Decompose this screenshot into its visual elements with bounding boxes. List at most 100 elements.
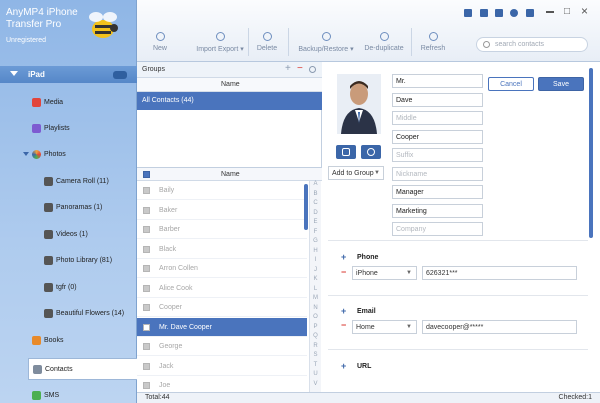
alphabet-letter[interactable]: F: [310, 229, 321, 239]
row-checkbox[interactable]: [143, 265, 150, 272]
alphabet-letter[interactable]: L: [310, 286, 321, 296]
table-row[interactable]: Jack: [137, 357, 307, 376]
add-phone-icon[interactable]: +: [341, 252, 346, 262]
remove-photo-button[interactable]: [361, 145, 381, 159]
table-row[interactable]: Cooper: [137, 298, 307, 317]
row-checkbox[interactable]: [143, 362, 150, 370]
table-row[interactable]: Baily: [137, 181, 307, 200]
collapse-arrow-icon[interactable]: [23, 152, 29, 156]
alphabet-letter[interactable]: P: [310, 324, 321, 334]
alphabet-letter[interactable]: D: [310, 210, 321, 220]
edit-photo-button[interactable]: [336, 145, 356, 159]
alphabet-letter[interactable]: B: [310, 191, 321, 201]
table-row[interactable]: George: [137, 337, 307, 356]
nickname-field[interactable]: Nickname: [392, 166, 483, 181]
maximize-icon[interactable]: □: [564, 7, 570, 17]
alphabet-letter[interactable]: T: [310, 362, 321, 372]
table-row[interactable]: Arron Collen: [137, 259, 307, 278]
add-email-icon[interactable]: +: [341, 306, 346, 316]
row-checkbox[interactable]: [143, 304, 150, 311]
phone-number-field[interactable]: 626321***: [422, 266, 577, 280]
cart-icon[interactable]: [464, 9, 472, 17]
job-title-field[interactable]: Manager: [392, 185, 483, 199]
row-checkbox[interactable]: [143, 206, 150, 214]
row-checkbox[interactable]: [143, 187, 150, 194]
add-url-icon[interactable]: +: [341, 361, 346, 371]
eject-icon[interactable]: [113, 71, 127, 79]
sidebar-item-sms[interactable]: SMS: [32, 389, 132, 403]
sidebar-item-books[interactable]: Books: [32, 334, 132, 348]
add-group-icon[interactable]: +: [285, 63, 291, 74]
alphabet-letter[interactable]: S: [310, 352, 321, 362]
table-row[interactable]: Mr. Dave Cooper: [137, 317, 307, 337]
sidebar-item-photos[interactable]: Photos: [23, 148, 124, 162]
table-row[interactable]: Alice Cook: [137, 279, 307, 298]
sidebar-item-videos[interactable]: Videos (1): [44, 228, 136, 242]
cancel-button[interactable]: Cancel: [488, 77, 534, 91]
facebook-icon[interactable]: [495, 9, 503, 17]
sidebar-item-contacts[interactable]: Contacts: [28, 358, 137, 380]
alphabet-letter[interactable]: E: [310, 219, 321, 229]
table-row[interactable]: Baker: [137, 201, 307, 220]
sidebar-item-tgfr[interactable]: tgfr (0): [44, 281, 136, 295]
save-button[interactable]: Save: [538, 77, 584, 91]
alphabet-letter[interactable]: M: [310, 295, 321, 305]
detail-scrollbar[interactable]: [589, 68, 593, 238]
department-field[interactable]: Marketing: [392, 203, 483, 218]
alphabet-letter[interactable]: J: [310, 267, 321, 277]
backup-restore-button[interactable]: Backup/Restore ▾: [298, 32, 354, 53]
search-input[interactable]: search contacts: [476, 37, 588, 52]
row-checkbox[interactable]: [143, 323, 150, 331]
alphabet-letter[interactable]: H: [310, 248, 321, 258]
list-scrollbar[interactable]: [304, 184, 308, 230]
alphabet-letter[interactable]: V: [310, 381, 321, 391]
sidebar-item-beautiful-flowers[interactable]: Beautiful Flowers (14): [44, 307, 136, 321]
chat-icon[interactable]: [510, 9, 518, 17]
deduplicate-button[interactable]: De-duplicate: [363, 32, 405, 52]
alphabet-letter[interactable]: N: [310, 305, 321, 315]
suffix-field[interactable]: Suffix: [392, 148, 483, 162]
alphabet-letter[interactable]: I: [310, 257, 321, 267]
sidebar-item-media[interactable]: Media: [32, 96, 132, 110]
remove-group-icon[interactable]: −: [297, 63, 303, 74]
row-checkbox[interactable]: [143, 226, 150, 233]
delete-button[interactable]: Delete: [255, 32, 279, 52]
alphabet-letter[interactable]: C: [310, 200, 321, 210]
remove-phone-icon[interactable]: −: [341, 267, 346, 277]
contact-photo[interactable]: [337, 74, 381, 134]
sidebar-item-photo-library[interactable]: Photo Library (81): [44, 254, 136, 268]
sidebar-item-playlists[interactable]: Playlists: [32, 122, 132, 136]
first-name-field[interactable]: Dave: [392, 92, 483, 107]
new-button[interactable]: New: [150, 32, 170, 52]
middle-name-field[interactable]: Middle: [392, 111, 483, 125]
company-field[interactable]: Company: [392, 222, 483, 236]
alphabet-letter[interactable]: Q: [310, 333, 321, 343]
row-checkbox[interactable]: [143, 382, 150, 389]
alphabet-letter[interactable]: O: [310, 314, 321, 324]
alphabet-letter[interactable]: K: [310, 276, 321, 286]
email-type-select[interactable]: Home ▼: [352, 320, 417, 334]
key-icon[interactable]: [480, 9, 488, 17]
prefix-field[interactable]: Mr.: [392, 74, 483, 88]
close-icon[interactable]: ×: [581, 5, 588, 17]
row-checkbox[interactable]: [143, 284, 150, 292]
menu-icon[interactable]: [526, 9, 534, 17]
table-row[interactable]: Barber: [137, 220, 307, 239]
table-row[interactable]: Black: [137, 240, 307, 259]
row-checkbox[interactable]: [143, 245, 150, 253]
device-ipad[interactable]: iPad: [0, 66, 137, 83]
group-all-contacts[interactable]: All Contacts (44): [137, 92, 322, 110]
alphabet-letter[interactable]: G: [310, 238, 321, 248]
expand-arrow-icon[interactable]: [10, 71, 18, 76]
sidebar-item-camera-roll[interactable]: Camera Roll (11): [44, 175, 136, 189]
alphabet-letter[interactable]: R: [310, 343, 321, 353]
email-address-field[interactable]: davecooper@*****: [422, 320, 577, 334]
alphabet-letter[interactable]: U: [310, 371, 321, 381]
refresh-button[interactable]: Refresh: [419, 32, 447, 52]
phone-type-select[interactable]: iPhone ▼: [352, 266, 417, 280]
row-checkbox[interactable]: [143, 343, 150, 350]
last-name-field[interactable]: Cooper: [392, 129, 483, 144]
sidebar-item-panoramas[interactable]: Panoramas (1): [44, 201, 136, 215]
select-all-checkbox[interactable]: [143, 171, 150, 178]
alphabet-letter[interactable]: A: [310, 181, 321, 191]
